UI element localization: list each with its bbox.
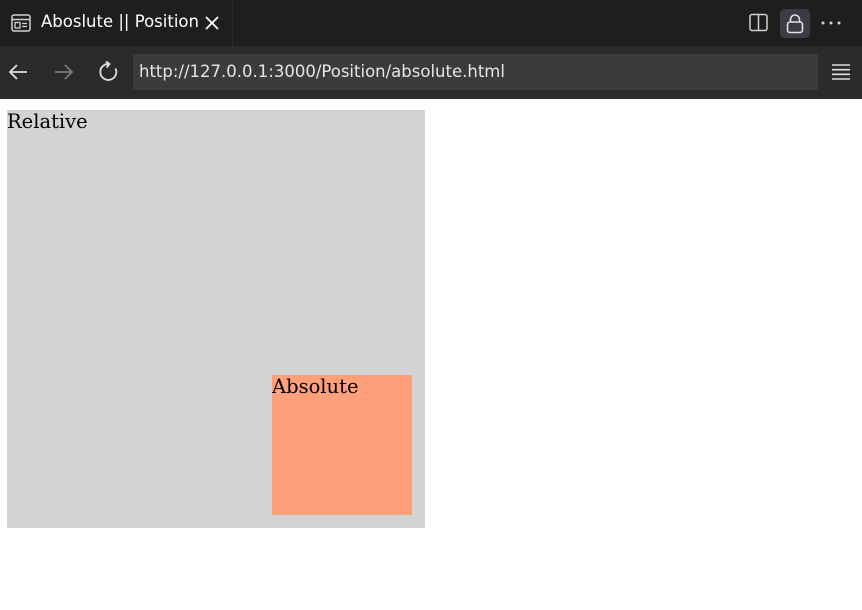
split-view-icon[interactable]	[748, 12, 770, 34]
absolute-label: Absolute	[272, 375, 359, 398]
url-text: http://127.0.0.1:3000/Position/absolute.…	[139, 62, 505, 81]
forward-arrow-icon[interactable]	[52, 60, 76, 84]
page-viewport: Relative Absolute	[0, 99, 862, 610]
title-bar: Aboslute || Position	[0, 0, 862, 46]
lock-icon	[786, 14, 804, 34]
more-icon[interactable]	[819, 12, 843, 34]
back-arrow-icon[interactable]	[7, 60, 31, 84]
address-bar[interactable]: http://127.0.0.1:3000/Position/absolute.…	[133, 54, 818, 90]
absolute-box: Absolute	[272, 375, 412, 515]
relative-box: Relative Absolute	[7, 110, 425, 528]
menu-icon[interactable]	[830, 61, 852, 83]
relative-label: Relative	[7, 110, 88, 133]
close-icon[interactable]	[203, 14, 221, 32]
reload-icon[interactable]	[97, 60, 121, 84]
page-layout-icon	[11, 14, 31, 32]
tab-title: Aboslute || Position	[41, 12, 199, 31]
navigation-bar: http://127.0.0.1:3000/Position/absolute.…	[0, 46, 862, 99]
browser-tab[interactable]: Aboslute || Position	[0, 0, 233, 46]
lock-button[interactable]	[780, 9, 810, 38]
